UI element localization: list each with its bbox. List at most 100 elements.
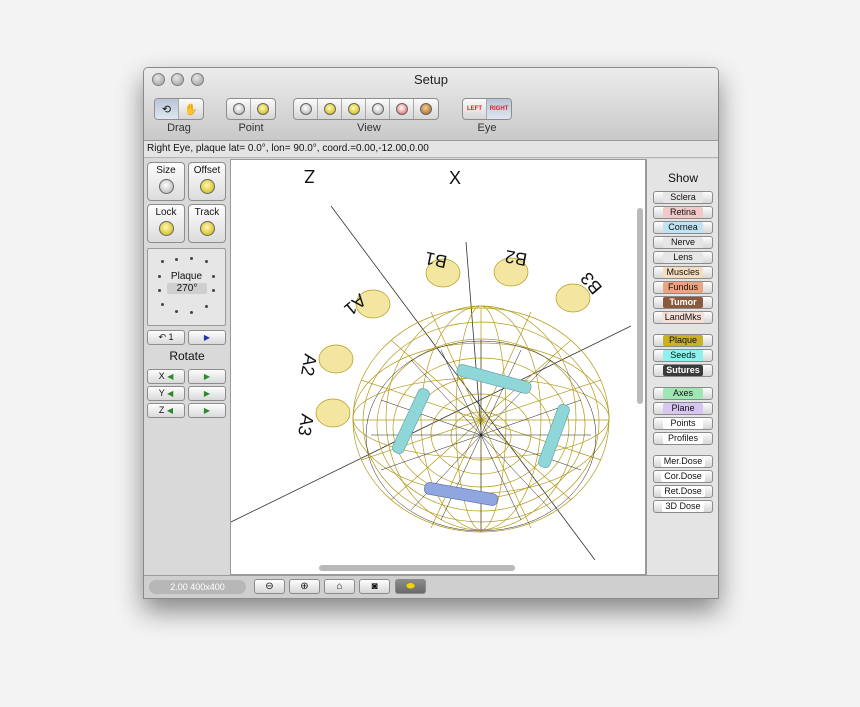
rotate-x-plus-button[interactable]: ▶ [188, 369, 226, 384]
view-tumor-button[interactable] [414, 99, 438, 119]
show-toggle-plane[interactable]: Plane [653, 402, 713, 415]
view-top-button[interactable] [366, 99, 390, 119]
show-toggle-label: Plane [663, 403, 703, 414]
rotate-forward-icon: ▶ [203, 389, 211, 398]
dial-dot[interactable] [175, 310, 178, 313]
snapshot-button[interactable]: ◙ [359, 579, 390, 594]
eye-left-label: LEFT [467, 106, 482, 112]
size-button[interactable]: Size [147, 162, 185, 201]
drag-group-label: Drag [167, 122, 191, 134]
dial-dot[interactable] [190, 257, 193, 260]
eye-group-label: Eye [477, 122, 497, 134]
show-toggle-tumor[interactable]: Tumor [653, 296, 713, 309]
show-toggle-label: Tumor [663, 297, 703, 308]
show-toggle-seeds[interactable]: Seeds [653, 349, 713, 362]
show-toggle-lens[interactable]: Lens [653, 251, 713, 264]
muscle-label-a2: A2 [297, 352, 321, 377]
dial-dot[interactable] [205, 260, 208, 263]
plaque-dial-label: Plaque [170, 271, 203, 282]
rotate-forward-icon: ▶ [203, 372, 211, 381]
show-toggle-nerve[interactable]: Nerve [653, 236, 713, 249]
view-plaque-button[interactable] [318, 99, 342, 119]
offset-label: Offset [193, 165, 221, 176]
plaque-point-icon [257, 103, 269, 115]
view-home-button[interactable] [294, 99, 318, 119]
show-toggle-label: Plaque [663, 335, 703, 346]
apply-rotation-button[interactable]: ▶ [188, 330, 226, 345]
point-group-label: Point [238, 122, 264, 134]
show-toggle-axes[interactable]: Axes [653, 387, 713, 400]
zoom-in-button[interactable]: ⊕ [289, 579, 320, 594]
point-plaque-button[interactable] [251, 99, 275, 119]
point-add-button[interactable] [227, 99, 251, 119]
horizontal-scrollbar[interactable] [319, 565, 515, 571]
show-toggle-points[interactable]: Points [653, 417, 713, 430]
rotate-section-label: Rotate [169, 349, 205, 363]
dial-dot[interactable] [175, 258, 178, 261]
show-toggle-fundus[interactable]: Fundus [653, 281, 713, 294]
eye-left-button[interactable]: LEFT [463, 99, 487, 119]
show-toggle-3d-dose[interactable]: 3D Dose [653, 500, 713, 513]
dial-dot[interactable] [190, 311, 193, 314]
show-toggle-label: Sutures [663, 365, 703, 376]
home-view-button[interactable]: ⌂ [324, 579, 355, 594]
tumor-view-icon [420, 103, 432, 115]
show-toggle-cornea[interactable]: Cornea [653, 221, 713, 234]
rotate-z-minus-button[interactable]: Z ◀ [147, 403, 185, 418]
window-title: Setup [414, 72, 448, 87]
show-toggle-ret-dose[interactable]: Ret.Dose [653, 485, 713, 498]
undo-icon: ↶ [158, 332, 166, 342]
eye-wireframe-render[interactable]: Z X B1 B2 B3 A1 A2 A3 [231, 160, 645, 574]
track-label: Track [194, 207, 220, 218]
show-toggle-label: Cor.Dose [661, 471, 705, 482]
left-control-panel: Size Offset Lock Track Plaque 270° ↶ 1 ▶… [144, 159, 230, 574]
zoom-out-button[interactable]: ⊖ [254, 579, 285, 594]
drag-toolbar-group: ⟲ ✋ [154, 98, 204, 120]
show-toggle-label: Muscles [663, 267, 703, 278]
drag-rotate-button[interactable]: ⟲ [155, 99, 179, 119]
eye-3d-viewport[interactable]: Z X B1 B2 B3 A1 A2 A3 [230, 159, 646, 575]
plaque-icon: ⬬ [406, 581, 415, 592]
show-toggle-landmks[interactable]: LandMks [653, 311, 713, 324]
dial-dot[interactable] [161, 303, 164, 306]
setup-window: Setup ⟲ ✋ Drag Point View LEFT RIGHT Eye [143, 67, 719, 599]
play-icon: ▶ [203, 333, 211, 342]
show-toggle-sclera[interactable]: Sclera [653, 191, 713, 204]
show-title: Show [667, 171, 699, 185]
rotate-y-plus-button[interactable]: ▶ [188, 386, 226, 401]
lock-button[interactable]: Lock [147, 204, 185, 243]
dial-dot[interactable] [161, 260, 164, 263]
show-toggle-cor-dose[interactable]: Cor.Dose [653, 470, 713, 483]
show-toggle-sutures[interactable]: Sutures [653, 364, 713, 377]
show-toggle-retina[interactable]: Retina [653, 206, 713, 219]
eye-right-button[interactable]: RIGHT [487, 99, 511, 119]
show-toggle-label: Retina [663, 207, 703, 218]
show-toggle-mer-dose[interactable]: Mer.Dose [653, 455, 713, 468]
dial-dot[interactable] [212, 289, 215, 292]
vertical-scrollbar[interactable] [637, 208, 643, 404]
rotate-back-icon: ◀ [167, 389, 174, 398]
view-side-button[interactable] [342, 99, 366, 119]
undo-rotation-button[interactable]: ↶ 1 [147, 330, 185, 345]
show-toggle-profiles[interactable]: Profiles [653, 432, 713, 445]
home-eye-icon [299, 103, 312, 115]
rotate-z-label: Z [158, 405, 165, 415]
rotate-y-minus-button[interactable]: Y ◀ [147, 386, 185, 401]
plaque-toggle-button[interactable]: ⬬ [395, 579, 426, 594]
view-fundus-button[interactable] [390, 99, 414, 119]
offset-button[interactable]: Offset [188, 162, 226, 201]
rotate-z-plus-button[interactable]: ▶ [188, 403, 226, 418]
show-toggle-label: Cornea [663, 222, 703, 233]
drag-hand-button[interactable]: ✋ [179, 99, 203, 119]
show-toggle-label: LandMks [661, 312, 705, 323]
show-toggle-plaque[interactable]: Plaque [653, 334, 713, 347]
lock-icon [158, 221, 174, 236]
track-button[interactable]: Track [188, 204, 226, 243]
rotate-x-minus-button[interactable]: X ◀ [147, 369, 185, 384]
show-toggle-muscles[interactable]: Muscles [653, 266, 713, 279]
plaque-rotation-dial[interactable]: Plaque 270° [147, 248, 226, 326]
rotate-x-label: X [158, 371, 165, 381]
dial-dot[interactable] [158, 289, 161, 292]
zoom-readout: 2.00 400x400 [149, 580, 246, 594]
dial-dot[interactable] [205, 305, 208, 308]
